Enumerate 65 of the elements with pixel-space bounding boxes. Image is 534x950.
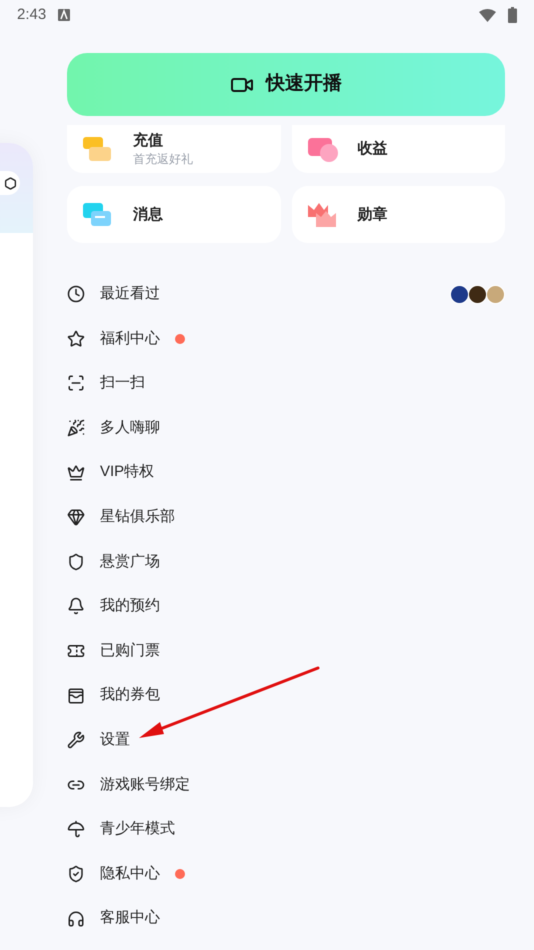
menu-label: 多人嗨聊 (100, 418, 160, 438)
menu-item[interactable]: 游戏账号绑定 (67, 762, 505, 808)
menu-item[interactable]: 福利中心 (67, 316, 505, 362)
menu-item[interactable]: 悬赏广场 (67, 540, 505, 584)
menu-item[interactable]: 我的券包 (67, 673, 505, 718)
shield-icon (67, 552, 85, 571)
go-live-button[interactable]: 快速开播 (67, 53, 505, 116)
chat-icon (83, 200, 113, 228)
menu-label: VIP特权 (100, 462, 154, 482)
shield-icon (67, 865, 85, 884)
menu-label: 扫一扫 (100, 373, 145, 394)
battery-icon (508, 7, 517, 23)
keyboard-app-icon (58, 9, 70, 21)
shortcut-card[interactable]: 消息 (67, 186, 280, 243)
menu-item[interactable]: 最近看过 (67, 272, 505, 317)
wifi-icon (479, 8, 496, 22)
menu-label: 已购门票 (100, 640, 160, 661)
scan-icon (67, 374, 85, 392)
menu-item[interactable]: 客服中心 (67, 896, 505, 941)
shortcut-title: 充值 (133, 131, 164, 151)
shortcut-card[interactable]: 充值 首充返好礼 (67, 125, 280, 173)
menu-item[interactable]: VIP特权 (67, 450, 505, 495)
menu-label: 设置 (100, 730, 130, 750)
menu-item[interactable]: 隐私中心 (67, 852, 505, 896)
menu-item[interactable]: 扫一扫 (67, 361, 505, 406)
menu-label: 客服中心 (100, 908, 160, 928)
menu-item[interactable]: 青少年模式 (67, 807, 505, 852)
menu-label: 青少年模式 (100, 819, 175, 840)
bell-icon (67, 597, 85, 616)
menu-item[interactable]: 已购门票 (67, 628, 505, 674)
star-icon (67, 330, 85, 348)
status-time: 2:43 (17, 4, 46, 25)
menu-item[interactable]: 设置 (67, 718, 505, 763)
shortcut-title: 消息 (133, 204, 163, 224)
party-popper-icon (67, 419, 85, 438)
crown-icon (67, 464, 85, 482)
shortcut-card[interactable]: 收益 (292, 125, 505, 173)
wrench-icon (67, 731, 85, 750)
menu-label: 星钻俱乐部 (100, 507, 175, 528)
headphones-icon (67, 910, 85, 928)
gem-icon (67, 508, 85, 526)
menu-label: 隐私中心 (100, 864, 160, 884)
menu-label: 我的预约 (100, 596, 160, 616)
menu-label: 最近看过 (100, 284, 160, 304)
crown-icon (308, 200, 338, 228)
menu-label: 福利中心 (100, 328, 160, 349)
menu-label: 我的券包 (100, 685, 160, 706)
shortcut-title: 收益 (358, 139, 388, 159)
menu-item[interactable]: 多人嗨聊 (67, 406, 505, 450)
menu-label: 游戏账号绑定 (100, 774, 190, 795)
avatar (450, 284, 469, 304)
ticket-icon (83, 135, 113, 163)
avatar (486, 284, 505, 304)
wallet-icon (67, 686, 85, 705)
shortcut-card[interactable]: 勋章 (292, 186, 505, 243)
umbrella-icon (67, 820, 85, 838)
avatar (468, 284, 487, 304)
shortcut-title: 勋章 (358, 204, 388, 224)
coin-card-icon (308, 135, 338, 163)
settings-icon[interactable] (0, 171, 20, 195)
shortcut-subtitle: 首充返好礼 (133, 151, 193, 167)
clock-icon (67, 285, 85, 304)
menu-item[interactable]: 星钻俱乐部 (67, 494, 505, 540)
menu-label: 悬赏广场 (100, 552, 160, 572)
menu-item[interactable]: 我的预约 (67, 584, 505, 629)
